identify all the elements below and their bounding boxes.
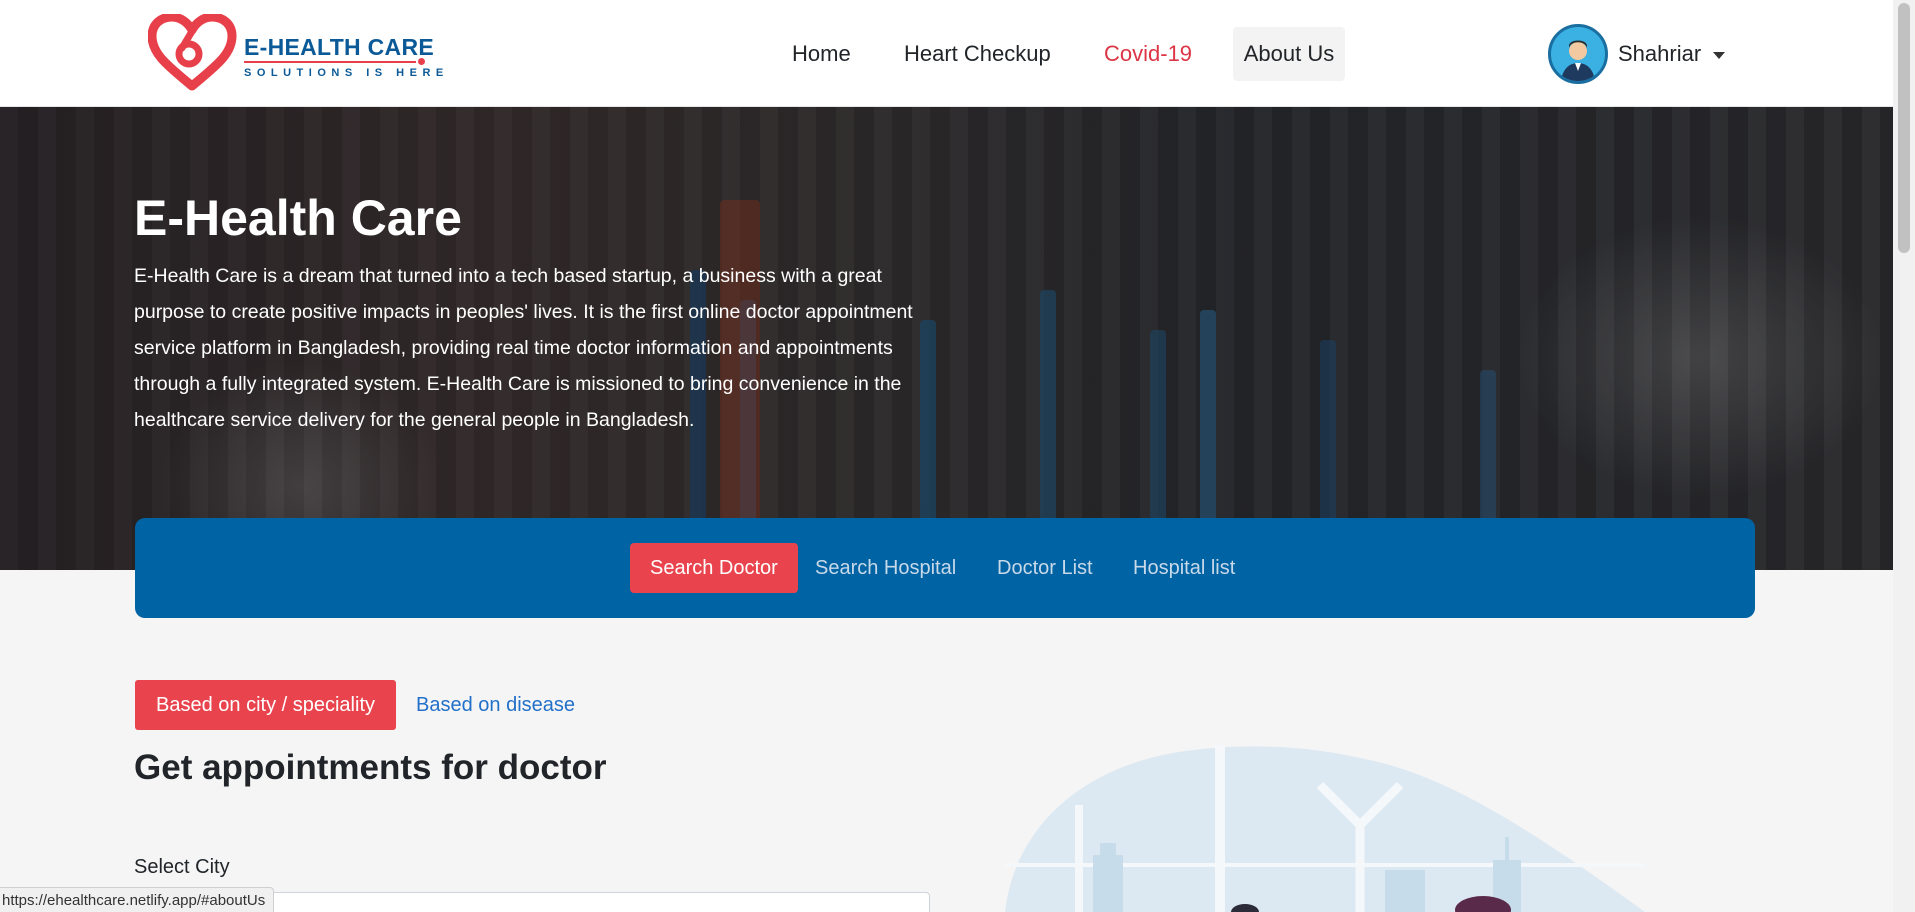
page-scrollbar[interactable] xyxy=(1893,0,1915,912)
tab-search-hospital[interactable]: Search Hospital xyxy=(815,543,956,593)
heart-logo-icon xyxy=(148,14,237,91)
scrollbar-thumb[interactable] xyxy=(1898,3,1910,253)
doctor-illustration xyxy=(1005,745,1645,912)
user-menu[interactable]: Shahriar xyxy=(1548,23,1726,85)
nav-about-us[interactable]: About Us xyxy=(1233,27,1345,81)
navbar: E-HEALTH CARE SOLUTIONS IS HERE Home Hea… xyxy=(0,0,1893,107)
filter-city-speciality-button[interactable]: Based on city / speciality xyxy=(135,680,396,730)
nav-home[interactable]: Home xyxy=(792,27,851,81)
hero-banner: E-Health Care E-Health Care is a dream t… xyxy=(0,107,1893,570)
brand-tagline: SOLUTIONS IS HERE xyxy=(244,67,449,79)
tab-doctor-list[interactable]: Doctor List xyxy=(997,543,1093,593)
tab-hospital-list[interactable]: Hospital list xyxy=(1133,543,1235,593)
brand-logo[interactable]: E-HEALTH CARE SOLUTIONS IS HERE xyxy=(148,14,443,94)
search-tabs-panel: Search Doctor Search Hospital Doctor Lis… xyxy=(135,518,1755,618)
user-avatar-icon xyxy=(1548,24,1608,84)
hero-title: E-Health Care xyxy=(134,190,462,246)
logo-underline xyxy=(244,61,416,63)
user-name: Shahriar xyxy=(1618,41,1702,66)
nav-heart-checkup[interactable]: Heart Checkup xyxy=(904,27,1051,81)
section-title: Get appointments for doctor xyxy=(134,748,607,787)
filter-disease-link[interactable]: Based on disease xyxy=(416,680,575,730)
hero-description: E-Health Care is a dream that turned int… xyxy=(134,265,913,431)
tab-search-doctor[interactable]: Search Doctor xyxy=(630,543,798,593)
logo-dot xyxy=(418,58,425,65)
brand-name: E-HEALTH CARE xyxy=(244,34,435,60)
select-city-label: Select City xyxy=(134,856,230,878)
chevron-down-icon xyxy=(1713,51,1726,59)
status-url-tooltip: https://ehealthcare.netlify.app/#aboutUs xyxy=(0,887,275,912)
nav-covid-19[interactable]: Covid-19 xyxy=(1104,27,1192,81)
